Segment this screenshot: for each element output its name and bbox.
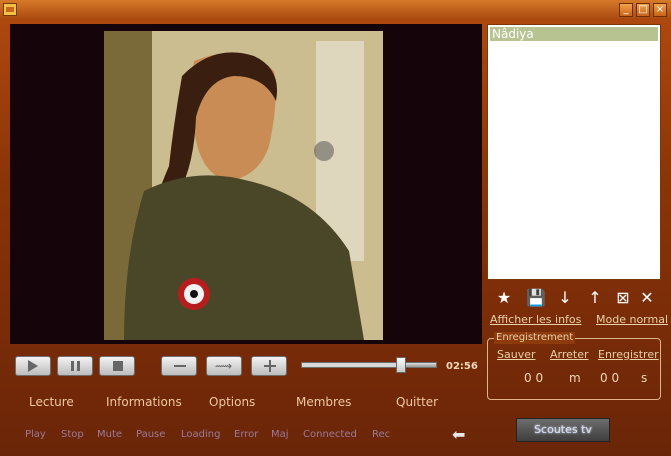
status-rec: Rec — [372, 429, 391, 440]
move-up-icon[interactable]: ↑ — [586, 289, 604, 307]
volume-up-button[interactable] — [251, 356, 287, 376]
volume-up-icon — [269, 360, 271, 372]
playlist-item[interactable]: Nâdiya — [490, 27, 658, 41]
status-pause: Pause — [136, 429, 166, 440]
status-mute: Mute — [97, 429, 123, 440]
mode-normal-link[interactable]: Mode normal — [596, 313, 668, 326]
seek-progress — [302, 363, 401, 367]
title-bar: _ □ × — [0, 0, 671, 20]
recording-minutes: 0 0 — [524, 371, 544, 385]
menu-quitter[interactable]: Quitter — [396, 395, 438, 409]
status-stop: Stop — [61, 429, 84, 440]
seek-bar[interactable] — [301, 357, 437, 373]
pause-icon — [71, 361, 74, 371]
app-icon — [3, 3, 17, 16]
mute-icon: ⟿ — [215, 359, 233, 373]
seek-knob[interactable] — [396, 357, 406, 373]
mute-button[interactable]: ⟿ — [206, 356, 242, 376]
play-icon — [28, 360, 38, 372]
status-play: Play — [25, 429, 46, 440]
time-display: 02:56 — [446, 361, 478, 372]
minimize-icon[interactable]: _ — [619, 3, 633, 17]
start-recording-link[interactable]: Enregistrer — [598, 348, 659, 361]
volume-down-button[interactable] — [161, 356, 197, 376]
close-icon[interactable]: × — [653, 3, 667, 17]
brand-logo: Scoutes tv — [516, 418, 610, 442]
menu-membres[interactable]: Membres — [296, 395, 351, 409]
portrait-image — [104, 31, 383, 340]
volume-down-icon — [174, 365, 186, 367]
show-info-link[interactable]: Afficher les infos — [490, 313, 581, 326]
stop-recording-link[interactable]: Arreter — [550, 348, 589, 361]
minutes-unit: m — [569, 371, 581, 385]
status-connected: Connected — [303, 429, 357, 440]
stop-button[interactable] — [99, 356, 135, 376]
menu-lecture[interactable]: Lecture — [29, 395, 74, 409]
player-window: _ □ × Nâdiya ★ 💾 ↓ ↑ ⊠ ✕ Afficher les in… — [0, 0, 671, 456]
status-maj: Maj — [271, 429, 289, 440]
remove-icon[interactable]: ⊠ — [614, 289, 632, 307]
menu-options[interactable]: Options — [209, 395, 255, 409]
save-recording-link[interactable]: Sauver — [497, 348, 536, 361]
stop-icon — [113, 361, 123, 371]
favorite-icon[interactable]: ★ — [495, 289, 513, 307]
pause-button[interactable] — [57, 356, 93, 376]
play-button[interactable] — [15, 356, 51, 376]
recording-seconds: 0 0 — [600, 371, 620, 385]
menu-informations[interactable]: Informations — [106, 395, 182, 409]
save-icon[interactable]: 💾 — [526, 289, 546, 307]
tools-icon[interactable]: ✕ — [638, 289, 656, 307]
video-frame-image — [104, 31, 383, 340]
seconds-unit: s — [641, 371, 648, 385]
maximize-icon[interactable]: □ — [636, 3, 650, 17]
playlist[interactable]: Nâdiya — [487, 24, 661, 280]
status-error: Error — [234, 429, 259, 440]
status-loading: Loading — [181, 429, 221, 440]
recording-title: Enregistrement — [494, 332, 576, 344]
back-arrow-icon[interactable]: ⬅ — [452, 425, 465, 444]
move-down-icon[interactable]: ↓ — [556, 289, 574, 307]
